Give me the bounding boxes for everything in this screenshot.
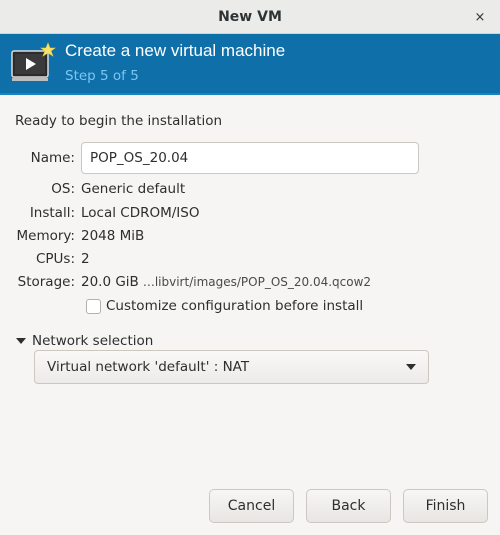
install-label: Install: (29, 205, 75, 221)
name-label: Name: (30, 150, 75, 166)
expander-arrow-icon[interactable] (16, 338, 26, 344)
storage-label: Storage: (17, 274, 75, 290)
storage-path: …libvirt/images/POP_OS_20.04.qcow2 (142, 275, 372, 289)
memory-value: 2048 MiB (81, 228, 145, 244)
ready-text: Ready to begin the installation (15, 113, 223, 129)
close-icon[interactable]: × (472, 9, 488, 25)
wizard-banner: Create a new virtual machine Step 5 of 5 (0, 34, 500, 95)
cpus-value: 2 (81, 251, 90, 267)
storage-value: 20.0 GiB …libvirt/images/POP_OS_20.04.qco… (81, 274, 371, 290)
customize-checkbox[interactable] (86, 298, 101, 314)
chevron-down-icon[interactable] (406, 364, 416, 370)
customize-checkbox-row[interactable]: Customize configuration before install (86, 298, 363, 314)
wizard-heading: Create a new virtual machine (65, 41, 286, 60)
back-button[interactable]: Back (306, 489, 391, 523)
customize-label[interactable]: Customize configuration before install (106, 298, 363, 314)
wizard-step: Step 5 of 5 (65, 68, 139, 84)
network-selected-value: Virtual network 'default' : NAT (47, 359, 250, 375)
memory-label: Memory: (16, 228, 75, 244)
storage-size: 20.0 GiB (81, 274, 139, 290)
os-label: OS: (51, 181, 75, 197)
name-field[interactable]: POP_OS_20.04 (81, 142, 419, 174)
cpus-label: CPUs: (35, 251, 75, 267)
window-title: New VM (218, 8, 282, 25)
network-selection-expander[interactable]: Network selection (16, 333, 153, 349)
network-dropdown[interactable]: Virtual network 'default' : NAT (34, 350, 429, 384)
title-bar: New VM × (0, 0, 500, 34)
os-value: Generic default (81, 181, 186, 197)
finish-button[interactable]: Finish (403, 489, 488, 523)
vm-screen-icon (11, 42, 56, 81)
install-value: Local CDROM/ISO (81, 205, 200, 221)
network-selection-label[interactable]: Network selection (32, 333, 153, 349)
cancel-button[interactable]: Cancel (209, 489, 294, 523)
